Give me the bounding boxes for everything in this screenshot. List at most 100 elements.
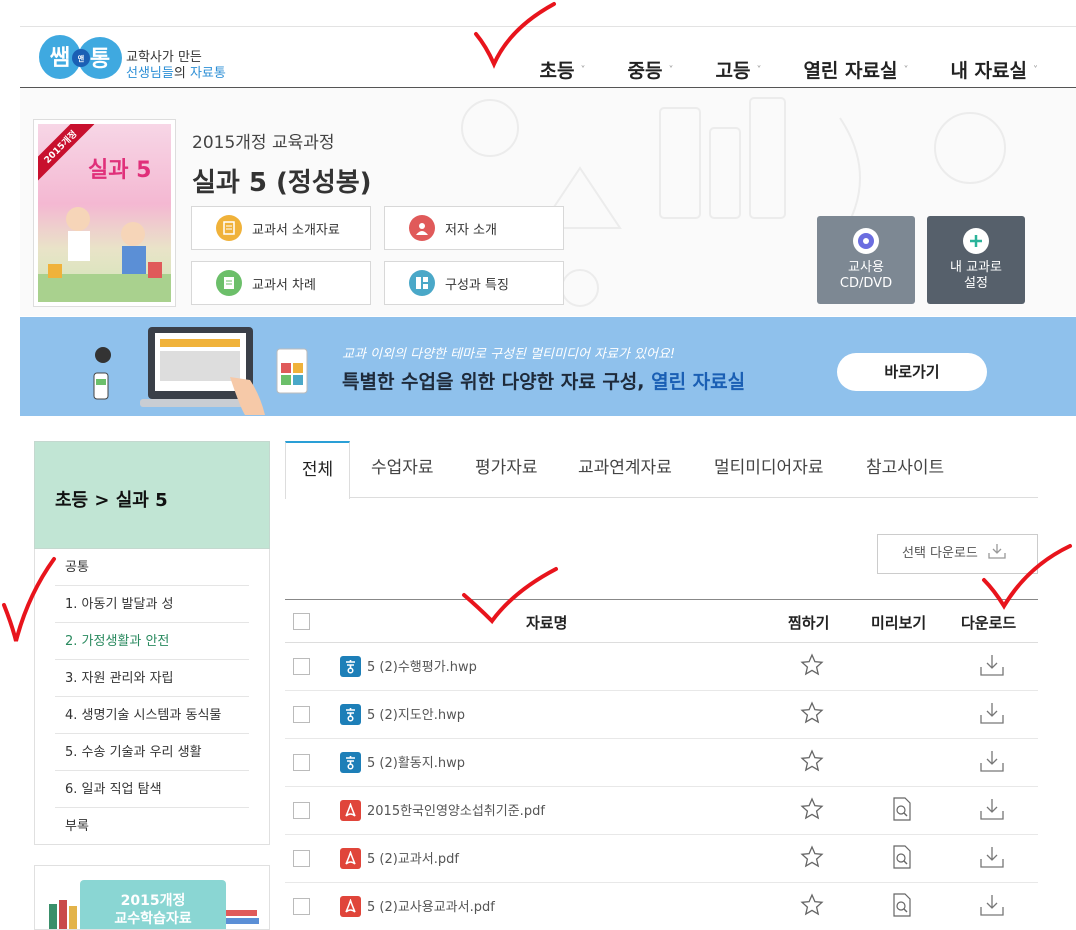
table-row: 2015한국인영양소섭취기준.pdf (285, 787, 1038, 835)
laptop-illustration-icon (93, 327, 308, 415)
teacher-cd-dvd-button[interactable]: 교사용 CD/DVD (817, 216, 915, 304)
table-row: 5 (2)교과서.pdf (285, 835, 1038, 883)
nav-item-my-library[interactable]: 내 자료실 ˅ (950, 56, 1038, 83)
nav-item-open-library[interactable]: 열린 자료실 ˅ (803, 56, 908, 83)
header-favorite: 찜하기 (788, 614, 830, 632)
sidebar-item-unit-5[interactable]: 5. 수송 기술과 우리 생활 (55, 734, 249, 771)
site-logo[interactable]: 쌤 통 앤 교학사가 만든 선생님들의 자료통 (38, 32, 238, 84)
favorite-star-icon[interactable] (800, 845, 824, 873)
row-checkbox[interactable] (293, 754, 310, 771)
tab-reference-sites[interactable]: 참고사이트 (866, 441, 944, 498)
button-label: 교과서 차례 (252, 277, 316, 293)
textbook-cover: 2015개정 실과 5 (33, 119, 176, 307)
favorite-star-icon[interactable] (800, 653, 824, 681)
download-icon[interactable] (979, 797, 1005, 825)
tab-linked-materials[interactable]: 교과연계자료 (578, 441, 672, 498)
person-icon (409, 215, 435, 241)
row-checkbox[interactable] (293, 802, 310, 819)
file-name-link[interactable]: 5 (2)활동지.hwp (367, 752, 465, 771)
sidebar-item-appendix[interactable]: 부록 (55, 808, 249, 845)
header-preview: 미리보기 (871, 614, 927, 632)
favorite-star-icon[interactable] (800, 893, 824, 921)
sidebar-title: 초등 > 실과 5 (55, 490, 168, 511)
chevron-down-icon: ˅ (1033, 65, 1038, 76)
features-button[interactable]: 구성과 특징 (384, 261, 564, 305)
plus-icon (963, 228, 989, 254)
sidebar-item-unit-2[interactable]: 2. 가정생활과 안전 (55, 623, 249, 660)
file-name-link[interactable]: 5 (2)지도안.hwp (367, 704, 465, 723)
banner-headline-highlight: 열린 자료실 (651, 371, 746, 393)
favorite-star-icon[interactable] (800, 701, 824, 729)
download-icon[interactable] (979, 653, 1005, 681)
chevron-down-icon: ˅ (668, 65, 674, 76)
logo-tagline-line1: 교학사가 만든 (126, 50, 202, 65)
preview-icon[interactable] (891, 845, 913, 873)
file-name-link[interactable]: 5 (2)수행평가.hwp (367, 656, 477, 675)
row-checkbox[interactable] (293, 898, 310, 915)
download-icon[interactable] (979, 893, 1005, 921)
chevron-down-icon: ˅ (580, 65, 586, 76)
download-icon (988, 544, 1006, 559)
button-label: 구성과 특징 (445, 277, 509, 293)
sidebar-item-unit-6[interactable]: 6. 일과 직업 탐색 (55, 771, 249, 808)
promo-line1: 2015개정 (120, 893, 186, 909)
tab-assessment[interactable]: 평가자료 (475, 441, 538, 498)
row-checkbox[interactable] (293, 658, 310, 675)
row-checkbox[interactable] (293, 850, 310, 867)
logo-tagline-bin: 자료통 (189, 66, 226, 81)
logo-tagline-teachers: 선생님들 (126, 66, 174, 81)
row-checkbox[interactable] (293, 706, 310, 723)
open-library-banner: 교과 이외의 다양한 테마로 구성된 멀티미디어 자료가 있어요! 특별한 수업… (20, 317, 1076, 416)
file-name-link[interactable]: 2015한국인영양소섭취기준.pdf (367, 800, 545, 819)
banner-headline: 특별한 수업을 위한 다양한 자료 구성, 열린 자료실 (342, 367, 745, 394)
sidebar-item-unit-1[interactable]: 1. 아동기 발달과 성 (55, 586, 249, 623)
promo-line2: 교수학습자료 (114, 911, 192, 927)
table-of-contents-button[interactable]: 교과서 차례 (191, 261, 371, 305)
author-intro-button[interactable]: 저자 소개 (384, 206, 564, 250)
download-icon[interactable] (979, 845, 1005, 873)
preview-icon[interactable] (891, 893, 913, 921)
sidebar-item-unit-3[interactable]: 3. 자원 관리와 자립 (55, 660, 249, 697)
header-file-name: 자료명 (526, 614, 568, 632)
logo-tagline-line2: 선생님들의 자료통 (126, 66, 226, 82)
tab-all[interactable]: 전체 (285, 441, 350, 499)
sidebar-item-unit-4[interactable]: 4. 생명기술 시스템과 동식물 (55, 697, 249, 734)
preview-icon[interactable] (891, 797, 913, 825)
nav-item-middle[interactable]: 중등 ˅ (628, 56, 674, 83)
favorite-star-icon[interactable] (800, 749, 824, 777)
table-row: 5 (2)활동지.hwp (285, 739, 1038, 787)
pdf-file-icon (340, 800, 361, 821)
go-open-library-button[interactable]: 바로가기 (837, 353, 987, 391)
nav-item-elementary[interactable]: 초등 ˅ (540, 56, 586, 83)
favorite-star-icon[interactable] (800, 797, 824, 825)
file-name-link[interactable]: 5 (2)교과서.pdf (367, 848, 459, 867)
nav-label: 초등 (539, 60, 575, 82)
sidebar-unit-list: 공통 1. 아동기 발달과 성 2. 가정생활과 안전 3. 자원 관리와 자립… (34, 549, 270, 845)
table-row: 5 (2)수행평가.hwp (285, 643, 1038, 691)
header-download: 다운로드 (961, 614, 1017, 632)
tab-class-materials[interactable]: 수업자료 (371, 441, 434, 498)
file-table-header: 자료명 찜하기 미리보기 다운로드 (285, 599, 1038, 643)
download-icon[interactable] (979, 749, 1005, 777)
tab-multimedia[interactable]: 멀티미디어자료 (714, 441, 823, 498)
material-tabs: 전체 수업자료 평가자료 교과연계자료 멀티미디어자료 참고사이트 (285, 441, 1038, 499)
nav-item-high[interactable]: 고등 ˅ (715, 56, 761, 83)
svg-text:쌤: 쌤 (50, 46, 70, 71)
sidebar-header: 초등 > 실과 5 (34, 441, 270, 549)
teaching-material-promo[interactable]: 2015개정 교수학습자료 (34, 865, 270, 930)
hwp-file-icon (340, 752, 361, 773)
promo-card: 2015개정 교수학습자료 (80, 880, 226, 929)
set-my-subject-button[interactable]: 내 교과로 설정 (927, 216, 1025, 304)
disc-icon (853, 228, 879, 254)
file-name-link[interactable]: 5 (2)교사용교과서.pdf (367, 896, 495, 915)
textbook-intro-button[interactable]: 교과서 소개자료 (191, 206, 371, 250)
banner-headline-text: 특별한 수업을 위한 다양한 자료 구성, (342, 371, 652, 393)
table-row: 5 (2)지도안.hwp (285, 691, 1038, 739)
pdf-file-icon (340, 848, 361, 869)
sidebar-item-common[interactable]: 공통 (55, 549, 249, 586)
svg-text:통: 통 (90, 47, 110, 72)
select-download-button[interactable]: 선택 다운로드 (877, 534, 1038, 574)
select-all-checkbox[interactable] (293, 613, 310, 630)
download-icon[interactable] (979, 701, 1005, 729)
document-icon (216, 215, 242, 241)
